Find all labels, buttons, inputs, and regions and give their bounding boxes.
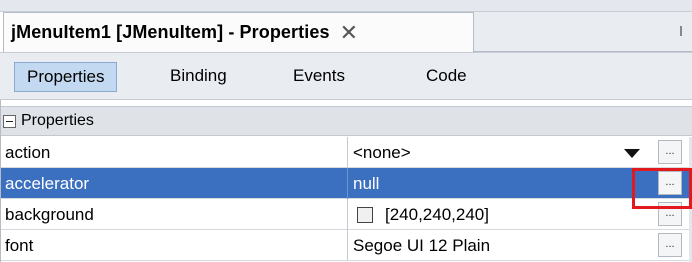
property-value[interactable]: <none> [353, 137, 411, 168]
column-divider [347, 199, 348, 230]
customizer-button[interactable]: ... [658, 140, 682, 164]
tab-code[interactable]: Code [426, 62, 467, 92]
property-name: action [5, 143, 51, 162]
column-divider [347, 168, 348, 199]
tab-events[interactable]: Events [293, 62, 345, 92]
customizer-button[interactable]: ... [658, 233, 682, 257]
column-divider [347, 230, 348, 261]
property-row-background[interactable]: background [240,240,240] ... [1, 199, 692, 230]
tab-binding[interactable]: Binding [170, 62, 227, 92]
tab-strip [474, 12, 692, 52]
category-properties[interactable]: Properties [1, 106, 692, 136]
property-row-font[interactable]: font Segoe UI 12 Plain ... [1, 230, 692, 261]
column-divider [347, 137, 348, 168]
property-name: font [5, 236, 34, 255]
window-top-strip [0, 0, 692, 12]
category-label: Properties [21, 112, 94, 129]
property-value[interactable]: null [353, 168, 379, 199]
color-swatch-icon [357, 206, 373, 223]
scroll-tabs-icon[interactable] [680, 26, 686, 36]
collapse-icon[interactable] [3, 114, 16, 128]
subtab-bar: Properties Binding Events Code [0, 52, 692, 100]
property-row-accelerator[interactable]: accelerator null ... [1, 168, 692, 199]
close-icon[interactable]: ✕ [340, 21, 358, 44]
tab-title: jMenuItem1 [JMenuItem] - Properties [11, 22, 330, 42]
property-name: background [5, 205, 94, 224]
highlight-annotation [632, 168, 692, 209]
property-name: accelerator [5, 174, 90, 193]
property-value[interactable]: Segoe UI 12 Plain [353, 230, 490, 261]
dropdown-arrow-icon[interactable] [624, 149, 640, 158]
property-value-wrap[interactable]: [240,240,240] [353, 199, 489, 230]
property-row-action[interactable]: action <none> ... [1, 137, 692, 168]
property-sheet: Properties action <none> ... accelerator… [0, 100, 692, 262]
property-value: [240,240,240] [385, 205, 489, 224]
tab-properties[interactable]: Properties [14, 62, 118, 92]
properties-window-tab[interactable]: jMenuItem1 [JMenuItem] - Properties ✕ [3, 12, 474, 52]
